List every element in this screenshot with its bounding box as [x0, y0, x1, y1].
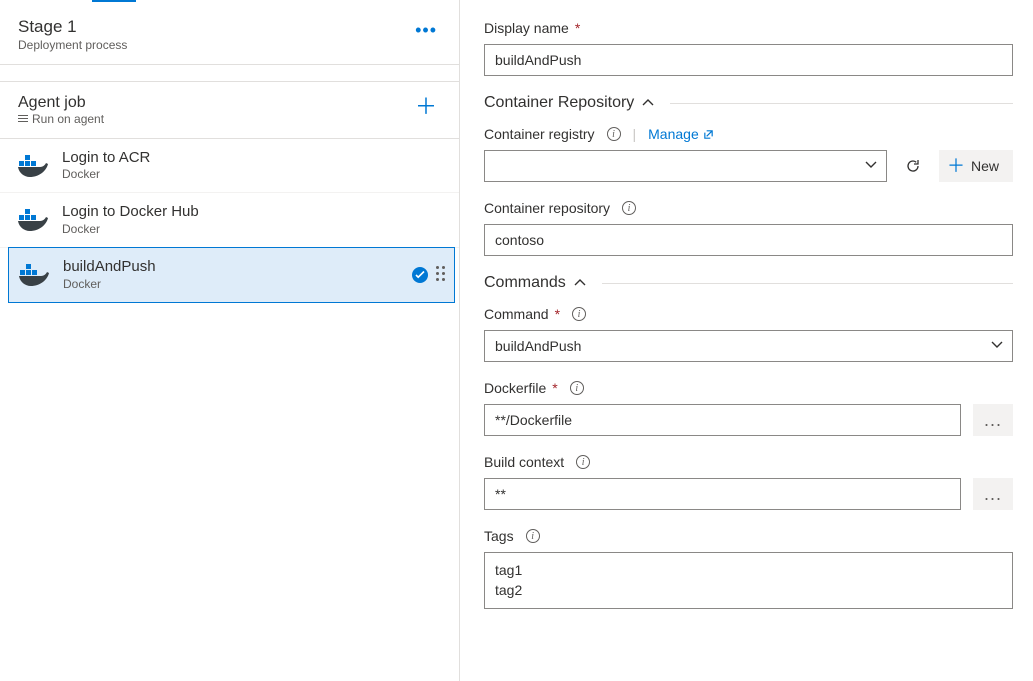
command-select[interactable]: [484, 330, 1013, 362]
new-button[interactable]: ＋ New: [939, 150, 1013, 182]
task-login-acr[interactable]: Login to ACR Docker: [0, 139, 459, 194]
docker-icon: [19, 262, 49, 288]
tab-indicator: [0, 0, 459, 2]
build-context-label: Build context i: [484, 454, 1013, 470]
stage-header: Stage 1 Deployment process •••: [0, 2, 459, 65]
task-list: Login to ACR Docker Login to Docker Hub …: [0, 139, 459, 303]
info-icon[interactable]: i: [622, 201, 636, 215]
drag-handle-icon[interactable]: [436, 266, 444, 284]
refresh-icon: [905, 158, 921, 174]
docker-icon: [18, 153, 48, 179]
left-panel: Stage 1 Deployment process ••• Agent job…: [0, 0, 460, 681]
browse-build-context-button[interactable]: ...: [973, 478, 1013, 510]
section-commands[interactable]: Commands: [484, 274, 1013, 292]
task-sub: Docker: [62, 167, 443, 182]
container-repository-label: Container repository i: [484, 200, 1013, 216]
task-build-and-push[interactable]: buildAndPush Docker: [8, 247, 455, 303]
agent-icon: [18, 115, 28, 123]
plus-icon: ＋: [947, 159, 965, 173]
info-icon[interactable]: i: [576, 455, 590, 469]
task-name: Login to Docker Hub: [62, 203, 443, 222]
task-name: buildAndPush: [63, 258, 398, 277]
chevron-up-icon: [574, 277, 586, 289]
add-task-button[interactable]: ＋: [409, 94, 443, 120]
check-icon: [412, 267, 428, 283]
task-sub: Docker: [62, 222, 443, 237]
stage-subtitle: Deployment process: [18, 38, 127, 54]
tags-textarea[interactable]: [484, 552, 1013, 609]
display-name-label: Display name*: [484, 20, 1013, 36]
browse-dockerfile-button[interactable]: ...: [973, 404, 1013, 436]
external-link-icon: [703, 129, 714, 140]
tags-label: Tags i: [484, 528, 1013, 544]
container-registry-select[interactable]: [484, 150, 887, 182]
build-context-input[interactable]: [484, 478, 961, 510]
task-sub: Docker: [63, 277, 398, 292]
info-icon[interactable]: i: [607, 127, 621, 141]
manage-link[interactable]: Manage: [648, 126, 714, 142]
info-icon[interactable]: i: [572, 307, 586, 321]
docker-icon: [18, 207, 48, 233]
agent-job-subtitle: Run on agent: [18, 112, 104, 126]
stage-more-button[interactable]: •••: [409, 16, 443, 45]
task-login-dockerhub[interactable]: Login to Docker Hub Docker: [0, 193, 459, 248]
info-icon[interactable]: i: [526, 529, 540, 543]
chevron-up-icon: [642, 97, 654, 109]
section-container-repository[interactable]: Container Repository: [484, 94, 1013, 112]
info-icon[interactable]: i: [570, 381, 584, 395]
stage-title: Stage 1: [18, 16, 127, 38]
container-registry-label: Container registry i | Manage: [484, 126, 1013, 142]
command-label: Command* i: [484, 306, 1013, 322]
agent-job-header[interactable]: Agent job Run on agent ＋: [0, 81, 459, 139]
details-panel: Display name* Container Repository Conta…: [460, 0, 1033, 681]
task-name: Login to ACR: [62, 149, 443, 168]
dockerfile-label: Dockerfile* i: [484, 380, 1013, 396]
dockerfile-input[interactable]: [484, 404, 961, 436]
container-repository-input[interactable]: [484, 224, 1013, 256]
agent-job-title: Agent job: [18, 94, 104, 112]
refresh-button[interactable]: [897, 150, 929, 182]
display-name-input[interactable]: [484, 44, 1013, 76]
